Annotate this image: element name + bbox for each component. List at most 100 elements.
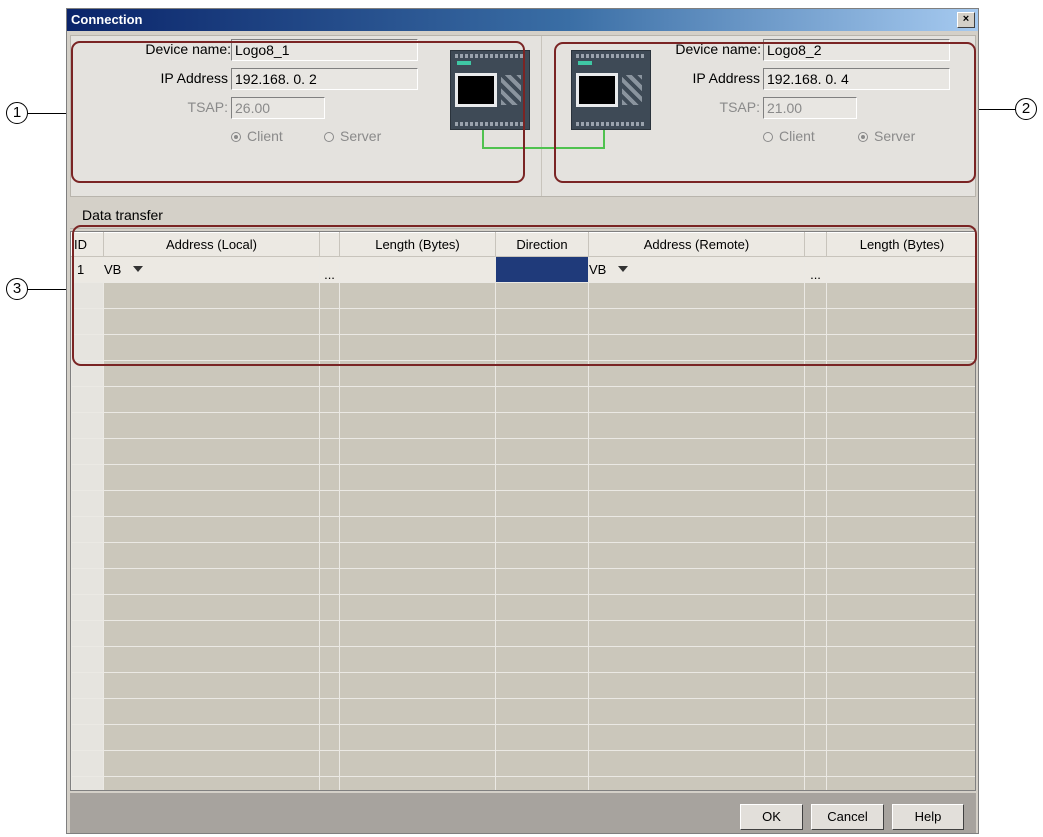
empty-cell[interactable] — [319, 620, 340, 647]
empty-cell[interactable] — [103, 386, 320, 413]
empty-table-row[interactable] — [71, 698, 975, 725]
empty-cell[interactable] — [495, 386, 589, 413]
empty-cell[interactable] — [339, 490, 496, 517]
empty-cell[interactable] — [103, 750, 320, 777]
empty-cell[interactable] — [804, 464, 827, 491]
empty-cell[interactable] — [339, 542, 496, 569]
empty-table-row[interactable] — [71, 438, 975, 465]
empty-cell[interactable] — [339, 724, 496, 751]
empty-cell[interactable] — [495, 646, 589, 673]
empty-cell[interactable] — [804, 672, 827, 699]
empty-cell[interactable] — [826, 542, 975, 569]
empty-cell[interactable] — [804, 412, 827, 439]
empty-cell[interactable] — [495, 568, 589, 595]
empty-cell[interactable] — [588, 646, 805, 673]
empty-cell[interactable] — [826, 594, 975, 621]
empty-cell[interactable] — [588, 516, 805, 543]
empty-cell[interactable] — [71, 698, 104, 725]
empty-cell[interactable] — [826, 620, 975, 647]
empty-cell[interactable] — [319, 386, 340, 413]
empty-table-row[interactable] — [71, 620, 975, 647]
empty-cell[interactable] — [319, 490, 340, 517]
empty-table-row[interactable] — [71, 490, 975, 517]
empty-cell[interactable] — [71, 620, 104, 647]
empty-cell[interactable] — [588, 542, 805, 569]
empty-cell[interactable] — [71, 516, 104, 543]
empty-cell[interactable] — [103, 646, 320, 673]
empty-cell[interactable] — [71, 594, 104, 621]
empty-cell[interactable] — [319, 464, 340, 491]
empty-cell[interactable] — [804, 386, 827, 413]
empty-table-row[interactable] — [71, 568, 975, 595]
empty-cell[interactable] — [339, 750, 496, 777]
help-button[interactable]: Help — [892, 804, 964, 830]
close-icon[interactable]: × — [957, 12, 975, 28]
empty-cell[interactable] — [804, 438, 827, 465]
empty-table-row[interactable] — [71, 516, 975, 543]
empty-cell[interactable] — [495, 620, 589, 647]
empty-cell[interactable] — [588, 464, 805, 491]
empty-table-row[interactable] — [71, 542, 975, 569]
empty-cell[interactable] — [804, 724, 827, 751]
empty-cell[interactable] — [319, 698, 340, 725]
empty-cell[interactable] — [103, 776, 320, 790]
empty-table-row[interactable] — [71, 412, 975, 439]
empty-cell[interactable] — [103, 490, 320, 517]
empty-table-row[interactable] — [71, 464, 975, 491]
empty-cell[interactable] — [804, 568, 827, 595]
empty-cell[interactable] — [826, 698, 975, 725]
empty-cell[interactable] — [71, 386, 104, 413]
empty-cell[interactable] — [339, 698, 496, 725]
empty-cell[interactable] — [319, 724, 340, 751]
empty-cell[interactable] — [71, 542, 104, 569]
empty-cell[interactable] — [826, 516, 975, 543]
empty-cell[interactable] — [588, 412, 805, 439]
empty-cell[interactable] — [103, 568, 320, 595]
empty-cell[interactable] — [495, 464, 589, 491]
empty-cell[interactable] — [103, 724, 320, 751]
empty-cell[interactable] — [804, 594, 827, 621]
empty-cell[interactable] — [103, 438, 320, 465]
empty-table-row[interactable] — [71, 594, 975, 621]
empty-cell[interactable] — [103, 698, 320, 725]
empty-cell[interactable] — [71, 568, 104, 595]
empty-cell[interactable] — [339, 672, 496, 699]
empty-cell[interactable] — [319, 516, 340, 543]
empty-cell[interactable] — [826, 672, 975, 699]
empty-cell[interactable] — [319, 750, 340, 777]
empty-cell[interactable] — [339, 594, 496, 621]
empty-cell[interactable] — [103, 594, 320, 621]
empty-cell[interactable] — [71, 464, 104, 491]
empty-cell[interactable] — [319, 594, 340, 621]
empty-cell[interactable] — [319, 776, 340, 790]
empty-cell[interactable] — [71, 672, 104, 699]
empty-cell[interactable] — [588, 698, 805, 725]
empty-cell[interactable] — [71, 490, 104, 517]
empty-cell[interactable] — [319, 672, 340, 699]
empty-cell[interactable] — [588, 490, 805, 517]
empty-cell[interactable] — [339, 568, 496, 595]
empty-cell[interactable] — [588, 620, 805, 647]
empty-cell[interactable] — [103, 412, 320, 439]
empty-cell[interactable] — [319, 646, 340, 673]
empty-cell[interactable] — [71, 412, 104, 439]
empty-table-row[interactable] — [71, 750, 975, 777]
empty-cell[interactable] — [319, 542, 340, 569]
empty-cell[interactable] — [495, 438, 589, 465]
empty-cell[interactable] — [495, 516, 589, 543]
empty-cell[interactable] — [495, 698, 589, 725]
empty-cell[interactable] — [495, 724, 589, 751]
empty-cell[interactable] — [804, 490, 827, 517]
empty-cell[interactable] — [804, 776, 827, 790]
empty-cell[interactable] — [804, 620, 827, 647]
empty-cell[interactable] — [495, 594, 589, 621]
empty-cell[interactable] — [71, 776, 104, 790]
empty-cell[interactable] — [71, 724, 104, 751]
empty-table-row[interactable] — [71, 672, 975, 699]
empty-cell[interactable] — [826, 386, 975, 413]
empty-cell[interactable] — [103, 464, 320, 491]
empty-cell[interactable] — [588, 438, 805, 465]
empty-cell[interactable] — [804, 698, 827, 725]
empty-cell[interactable] — [103, 516, 320, 543]
empty-cell[interactable] — [339, 386, 496, 413]
